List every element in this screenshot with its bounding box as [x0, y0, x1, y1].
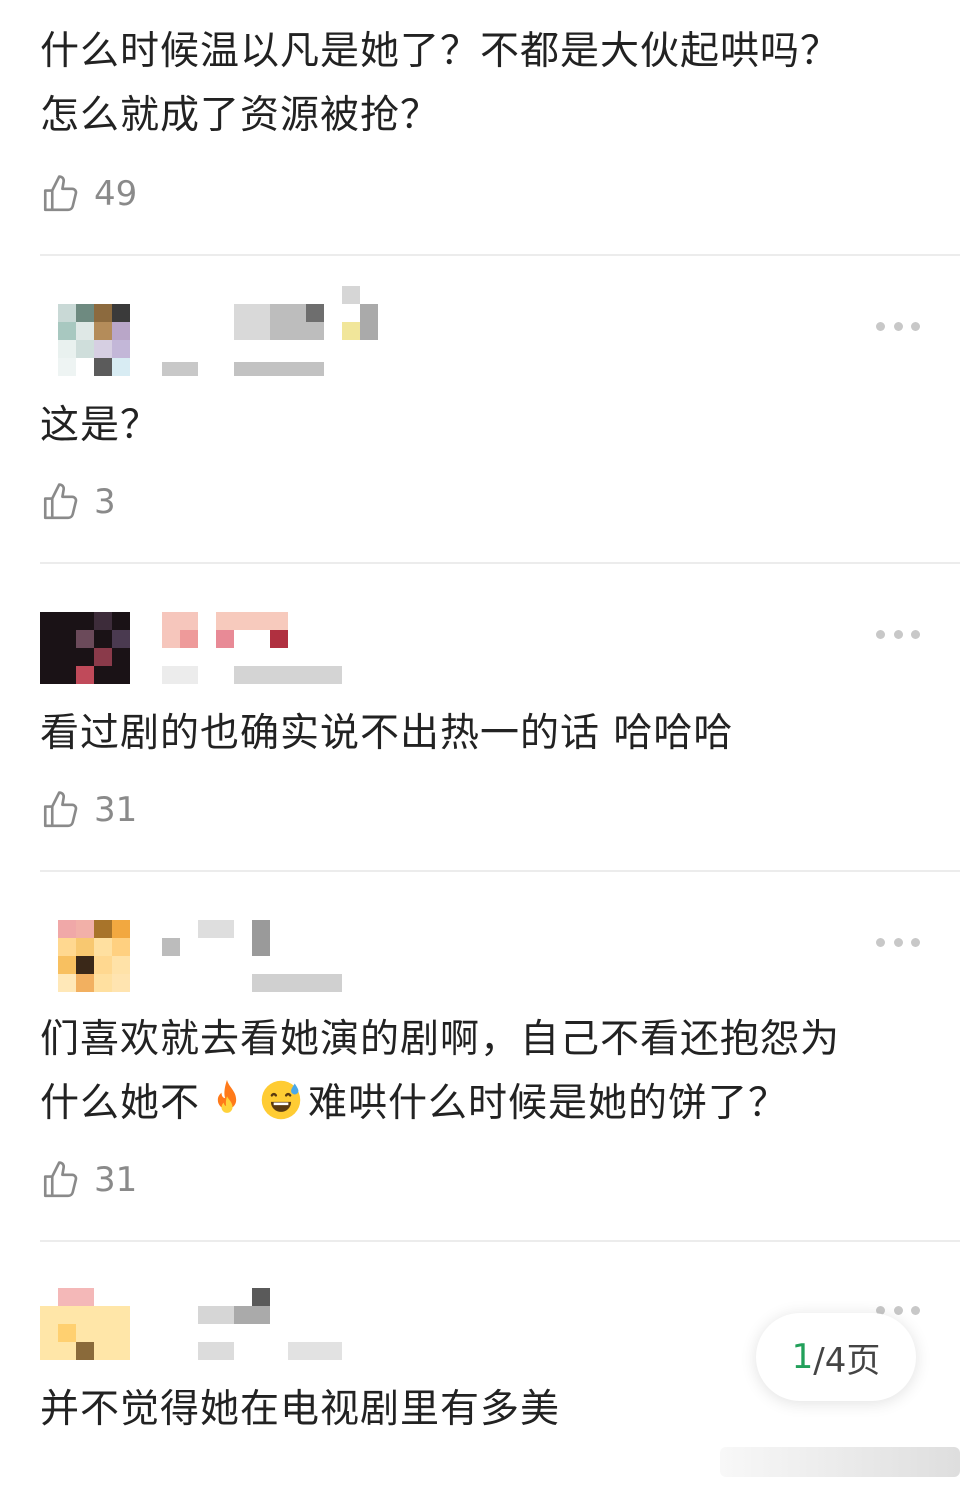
current-page: 1 — [791, 1337, 814, 1377]
comment-text-line: 什么时候温以凡是她了？不都是大伙起哄吗？ — [40, 29, 841, 74]
avatar[interactable] — [40, 286, 130, 376]
avatar[interactable] — [40, 902, 130, 992]
avatar[interactable] — [40, 594, 130, 684]
like-button[interactable]: 49 — [40, 172, 137, 216]
comment-header — [40, 594, 920, 694]
page-indicator[interactable]: 1/4页 — [756, 1313, 916, 1401]
like-count: 49 — [94, 174, 138, 214]
more-dots-icon[interactable] — [876, 622, 920, 646]
thumbs-up-icon — [43, 791, 78, 828]
comment-text: 们喜欢就去看她演的剧啊，自己不看还抱怨为 什么她不 难哄什么时候是她的饼了？ — [40, 1008, 920, 1136]
like-count: 3 — [94, 482, 116, 522]
comment-item: 们喜欢就去看她演的剧啊，自己不看还抱怨为 什么她不 难哄什么时候是她的饼了？ 31 — [0, 902, 960, 1240]
comment-item: 这是？ 3 — [0, 286, 960, 562]
comment-header — [40, 286, 920, 386]
user-meta — [160, 902, 420, 1002]
like-button[interactable]: 31 — [40, 1158, 137, 1202]
more-dots-icon[interactable] — [876, 314, 920, 338]
avatar[interactable] — [40, 1270, 130, 1360]
user-meta — [160, 286, 420, 386]
comment-text: 这是？ — [40, 394, 920, 458]
comment-item: 看过剧的也确实说不出热一的话 哈哈哈 31 — [0, 594, 960, 870]
like-button[interactable]: 31 — [40, 788, 137, 832]
user-meta — [160, 594, 420, 694]
thumbs-up-icon — [43, 175, 78, 212]
comment-text: 看过剧的也确实说不出热一的话 哈哈哈 — [40, 702, 920, 766]
comment-header — [40, 902, 920, 1002]
comment-text-line: 们喜欢就去看她演的剧啊，自己不看还抱怨为 — [40, 1017, 841, 1062]
sweat-smile-emoji-icon — [259, 1078, 303, 1122]
divider — [40, 1240, 960, 1242]
total-pages: /4页 — [813, 1340, 881, 1381]
comment-text-line: 看过剧的也确实说不出热一的话 哈哈哈 — [40, 711, 734, 756]
comment-text: 什么时候温以凡是她了？不都是大伙起哄吗？ 怎么就成了资源被抢？ — [40, 20, 920, 148]
comment-text-line: 这是？ — [40, 403, 161, 448]
comment-text-line: 什么她不 难哄什么时候是她的饼了？ — [40, 1072, 920, 1136]
divider — [40, 254, 960, 256]
divider — [40, 562, 960, 564]
user-meta — [160, 1270, 420, 1370]
thumbs-up-icon — [43, 483, 78, 520]
thumbs-up-icon — [43, 1161, 78, 1198]
like-count: 31 — [94, 790, 138, 830]
divider — [40, 870, 960, 872]
fire-emoji-icon — [205, 1078, 249, 1122]
more-dots-icon[interactable] — [876, 930, 920, 954]
comment-text-line: 怎么就成了资源被抢？ — [40, 93, 441, 138]
like-button[interactable]: 3 — [40, 480, 116, 524]
like-count: 31 — [94, 1160, 138, 1200]
watermark — [720, 1447, 960, 1477]
